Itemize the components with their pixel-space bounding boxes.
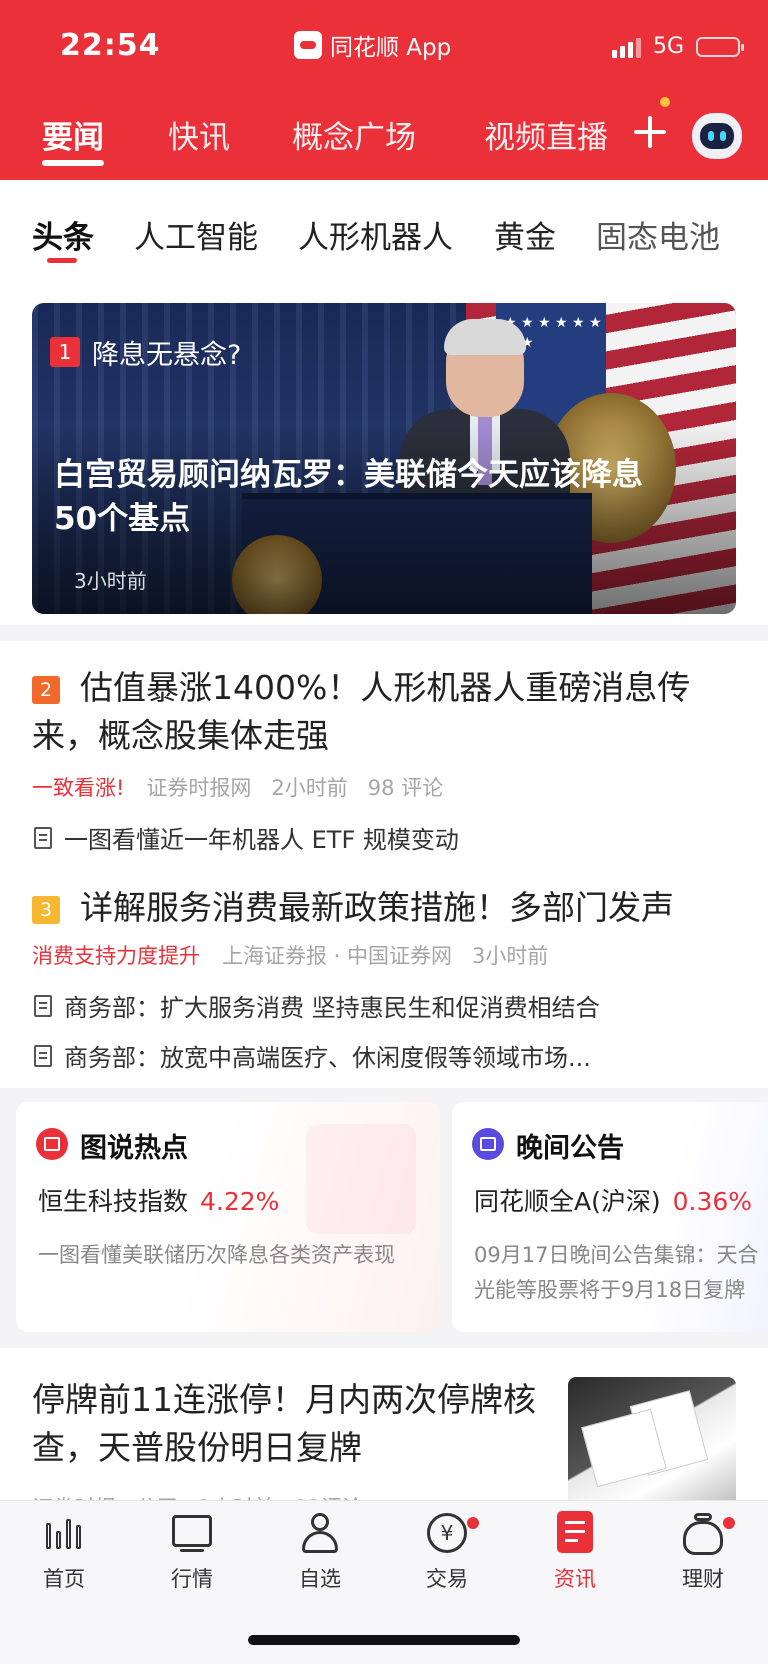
tab-concept-square[interactable]: 概念广场 bbox=[292, 112, 416, 157]
news-meta: 消费支持力度提升 上海证券报 · 中国证券网 3小时前 bbox=[32, 940, 568, 970]
status-indicators: 5G bbox=[611, 34, 744, 59]
index-name: 恒生科技指数 bbox=[38, 1187, 189, 1216]
battery-icon bbox=[696, 36, 744, 57]
tab-label: 首页 bbox=[43, 1567, 85, 1591]
tab-label: 资讯 bbox=[554, 1567, 596, 1591]
related-link[interactable]: 一图看懂近一年机器人 ETF 规模变动 bbox=[34, 820, 459, 855]
network-label: 5G bbox=[652, 34, 684, 59]
index-change: 0.36% bbox=[672, 1187, 753, 1216]
subtab-solid-battery[interactable]: 固态电池 bbox=[596, 212, 720, 257]
news-source: 上海证券报 · 中国证券网 bbox=[222, 944, 453, 968]
news-item[interactable]: 2 估值暴涨1400%！人形机器人重磅消息传来，概念股集体走强 一致看涨! 证券时… bbox=[0, 660, 768, 870]
related-link[interactable]: 商务部：扩大服务消费 坚持惠民生和促消费相结合 bbox=[34, 988, 600, 1023]
tab-wealth[interactable]: 理财 bbox=[653, 1511, 753, 1593]
money-bag-icon bbox=[681, 1511, 725, 1555]
card-description: 09月17日晚间公告集锦：天合光能等股票将于9月18日复牌 bbox=[474, 1243, 759, 1302]
status-app-label: 同花顺 App bbox=[330, 35, 452, 61]
document-icon bbox=[34, 826, 52, 849]
subtab-ai[interactable]: 人工智能 bbox=[134, 212, 258, 257]
hero-tag: 降息无悬念? bbox=[92, 340, 242, 371]
subtab-gold[interactable]: 黄金 bbox=[494, 212, 556, 257]
active-tab-indicator bbox=[42, 160, 104, 166]
news-time: 2小时前 bbox=[271, 776, 348, 800]
tab-label: 理财 bbox=[682, 1567, 724, 1591]
market-chart-icon bbox=[170, 1511, 214, 1555]
announcement-icon bbox=[472, 1128, 504, 1160]
hero-time: 3小时前 bbox=[74, 569, 147, 593]
news-time: 3小时前 bbox=[472, 944, 549, 968]
assistant-bot-icon[interactable] bbox=[692, 113, 742, 159]
tab-home[interactable]: 首页 bbox=[14, 1511, 114, 1593]
status-time: 22:54 bbox=[60, 28, 161, 63]
section-divider bbox=[0, 625, 768, 641]
user-check-icon bbox=[298, 1511, 342, 1555]
trade-badge bbox=[467, 1517, 479, 1529]
card-index: 同花顺全A(沪深) 0.36% bbox=[474, 1182, 752, 1218]
chart-candles-icon bbox=[42, 1511, 86, 1555]
tab-news[interactable]: 资讯 bbox=[525, 1511, 625, 1593]
news-comments: 98 评论 bbox=[367, 776, 444, 800]
tab-label: 交易 bbox=[426, 1567, 468, 1591]
evening-announcement-card[interactable]: 晚间公告 同花顺全A(沪深) 0.36% 09月17日晚间公告集锦：天合光能等股票… bbox=[452, 1102, 768, 1332]
hero-rank-badge: 1 bbox=[50, 337, 80, 367]
hero-title: 白宫贸易顾问纳瓦罗：美联储今天应该降息50个基点 bbox=[54, 457, 643, 537]
subtab-headlines[interactable]: 头条 bbox=[32, 212, 94, 257]
news-title: 估值暴涨1400%！人形机器人重磅消息传来，概念股集体走强 bbox=[32, 668, 691, 755]
related-link[interactable]: 商务部：放宽中高端医疗、休闲度假等领域市场... bbox=[34, 1038, 591, 1073]
hot-tag: 一致看涨! bbox=[32, 776, 125, 800]
sub-tab-bar: 头条 人工智能 人形机器人 黄金 固态电池 bbox=[0, 198, 768, 268]
tab-video-live[interactable]: 视频直播 bbox=[484, 112, 608, 157]
wealth-badge bbox=[723, 1517, 735, 1529]
hot-topics-card[interactable]: 图说热点 恒生科技指数 4.22% 一图看懂美联储历次降息各类资产表现 bbox=[16, 1102, 440, 1332]
index-change: 4.22% bbox=[200, 1187, 280, 1216]
hero-news-card[interactable]: 1 降息无悬念? 白宫贸易顾问纳瓦罗：美联储今天应该降息50个基点 3小时前 bbox=[32, 303, 736, 614]
card-title: 图说热点 bbox=[80, 1133, 188, 1164]
article-title[interactable]: 停牌前11连涨停！月内两次停牌核查，天普股份明日复牌 bbox=[32, 1376, 542, 1472]
signal-icon bbox=[611, 36, 641, 58]
tab-trade[interactable]: ¥ 交易 bbox=[397, 1511, 497, 1593]
status-app-name: 同花顺 App bbox=[294, 28, 451, 62]
app-logo-icon bbox=[294, 31, 322, 59]
related-link-text: 一图看懂近一年机器人 ETF 规模变动 bbox=[64, 826, 459, 854]
card-description: 一图看懂美联储历次降息各类资产表现 bbox=[38, 1243, 395, 1267]
document-icon bbox=[34, 994, 52, 1017]
tab-yaowen[interactable]: 要闻 bbox=[42, 112, 104, 157]
news-meta: 一致看涨! 证券时报网 2小时前 98 评论 bbox=[32, 772, 463, 802]
home-indicator bbox=[248, 1635, 520, 1645]
hot-tag: 消费支持力度提升 bbox=[32, 944, 200, 968]
document-icon bbox=[34, 1044, 52, 1067]
related-link-text: 商务部：放宽中高端医疗、休闲度假等领域市场... bbox=[64, 1044, 591, 1072]
tab-market[interactable]: 行情 bbox=[142, 1511, 242, 1593]
news-source: 证券时报网 bbox=[146, 776, 252, 800]
tab-label: 行情 bbox=[171, 1567, 213, 1591]
tab-label: 自选 bbox=[299, 1567, 341, 1591]
tab-kuaixun[interactable]: 快讯 bbox=[168, 112, 230, 157]
news-title: 详解服务消费最新政策措施！多部门发声 bbox=[80, 888, 674, 927]
card-index: 恒生科技指数 4.22% bbox=[38, 1182, 279, 1218]
article-thumbnail[interactable] bbox=[568, 1377, 736, 1507]
subtab-humanoid-robot[interactable]: 人形机器人 bbox=[298, 212, 453, 257]
related-link-text: 商务部：扩大服务消费 坚持惠民生和促消费相结合 bbox=[64, 994, 600, 1022]
news-doc-icon bbox=[553, 1511, 597, 1555]
index-name: 同花顺全A(沪深) bbox=[474, 1187, 661, 1216]
subtab-indicator bbox=[47, 258, 77, 263]
card-title: 晚间公告 bbox=[516, 1133, 624, 1164]
notification-dot bbox=[660, 97, 670, 107]
news-item[interactable]: 3 详解服务消费最新政策措施！多部门发声 消费支持力度提升 上海证券报 · 中国证… bbox=[0, 880, 768, 1080]
add-channel-icon[interactable] bbox=[632, 114, 668, 150]
yuan-coin-icon: ¥ bbox=[425, 1511, 469, 1555]
tab-watchlist[interactable]: 自选 bbox=[270, 1511, 370, 1593]
book-icon bbox=[36, 1128, 68, 1160]
